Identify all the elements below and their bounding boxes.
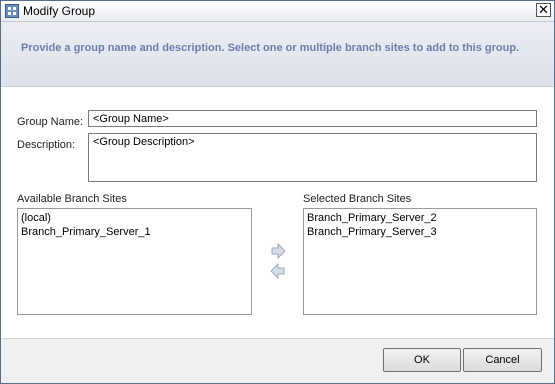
form-area: Group Name: <Group Name> Description: <G… bbox=[1, 87, 554, 339]
instruction-banner: Provide a group name and description. Se… bbox=[1, 22, 554, 87]
ok-button[interactable]: OK bbox=[383, 348, 461, 372]
app-icon bbox=[5, 4, 19, 18]
description-input[interactable]: <Group Description> bbox=[88, 133, 537, 182]
list-item[interactable]: (local) bbox=[21, 211, 248, 225]
close-button[interactable]: ✕ bbox=[536, 3, 551, 17]
button-bar: OK Cancel bbox=[1, 339, 554, 383]
list-item[interactable]: Branch_Primary_Server_1 bbox=[21, 225, 248, 239]
list-item[interactable]: Branch_Primary_Server_2 bbox=[307, 211, 533, 225]
description-label: Description: bbox=[17, 139, 76, 151]
arrow-right-icon[interactable] bbox=[270, 243, 286, 259]
arrow-left-icon[interactable] bbox=[270, 263, 286, 279]
selected-sites-list[interactable]: Branch_Primary_Server_2 Branch_Primary_S… bbox=[303, 208, 537, 315]
window-title: Modify Group bbox=[23, 4, 96, 18]
available-sites-list[interactable]: (local) Branch_Primary_Server_1 bbox=[17, 208, 252, 315]
instruction-text: Provide a group name and description. Se… bbox=[21, 42, 520, 54]
modify-group-dialog: Modify Group ✕ Provide a group name and … bbox=[0, 0, 555, 384]
cancel-button[interactable]: Cancel bbox=[463, 348, 542, 372]
group-name-label: Group Name: bbox=[17, 116, 84, 128]
group-name-input[interactable]: <Group Name> bbox=[88, 110, 537, 127]
title-bar: Modify Group ✕ bbox=[1, 1, 554, 22]
list-item[interactable]: Branch_Primary_Server_3 bbox=[307, 225, 533, 239]
selected-sites-label: Selected Branch Sites bbox=[303, 193, 412, 205]
available-sites-label: Available Branch Sites bbox=[17, 193, 127, 205]
